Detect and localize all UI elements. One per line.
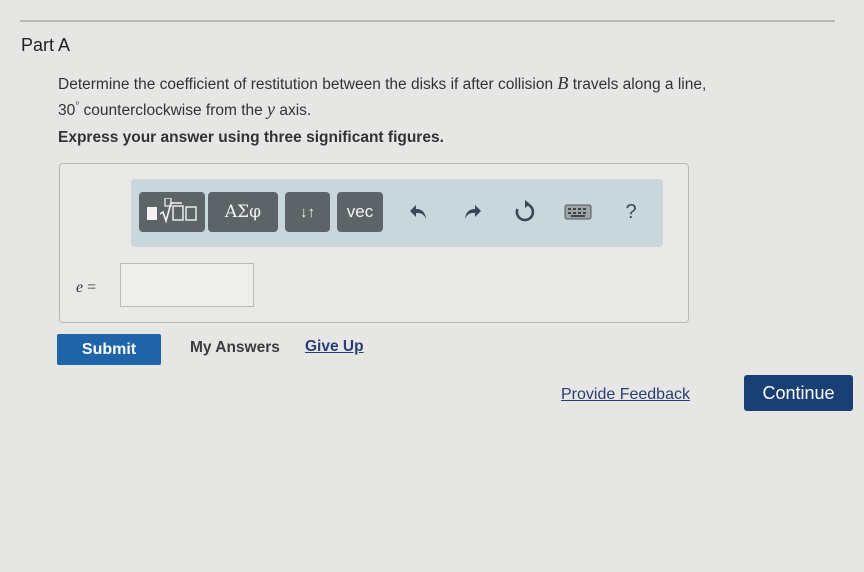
answer-input[interactable] xyxy=(120,263,254,307)
provide-feedback-link[interactable]: Provide Feedback xyxy=(561,386,690,404)
arrows-button[interactable]: ↓↑ xyxy=(285,192,330,232)
math-toolbar: ΑΣφ ↓↑ vec ? xyxy=(131,179,663,247)
submit-button[interactable]: Submit xyxy=(57,334,161,365)
answer-equals: = xyxy=(83,279,97,296)
answer-label: e = xyxy=(76,279,96,297)
question-text-3: counterclockwise from the xyxy=(79,102,268,120)
keyboard-button[interactable] xyxy=(561,192,595,232)
my-answers-link[interactable]: My Answers xyxy=(190,339,280,357)
part-title: Part A xyxy=(21,35,71,55)
help-button[interactable]: ? xyxy=(615,192,647,232)
help-icon: ? xyxy=(625,200,637,223)
vector-button[interactable]: vec xyxy=(337,192,383,232)
redo-button[interactable] xyxy=(456,192,488,232)
var-b: B xyxy=(557,73,569,93)
continue-button[interactable]: Continue xyxy=(744,375,853,411)
var-y: y xyxy=(267,99,276,120)
undo-icon xyxy=(410,205,426,219)
greek-symbols-button[interactable]: ΑΣφ xyxy=(208,192,278,232)
question-text: Determine the coefficient of restitution… xyxy=(58,72,838,122)
undo-button[interactable] xyxy=(403,192,435,232)
angle-value: 30 xyxy=(58,102,76,120)
reset-button[interactable] xyxy=(509,192,541,232)
question-text-1: Determine the coefficient of restitution… xyxy=(58,76,558,93)
instruction-text: Express your answer using three signific… xyxy=(58,129,444,146)
keyboard-icon xyxy=(564,204,592,220)
answer-box: ΑΣφ ↓↑ vec ? e = xyxy=(59,163,689,323)
question-text-2: travels along a line, xyxy=(568,76,707,93)
reset-icon xyxy=(515,200,535,222)
templates-button[interactable] xyxy=(139,192,205,232)
give-up-link[interactable]: Give Up xyxy=(305,338,364,356)
question-text-4: axis. xyxy=(275,102,312,120)
redo-icon xyxy=(465,205,481,219)
top-divider xyxy=(20,20,835,22)
templates-icon xyxy=(147,198,197,224)
